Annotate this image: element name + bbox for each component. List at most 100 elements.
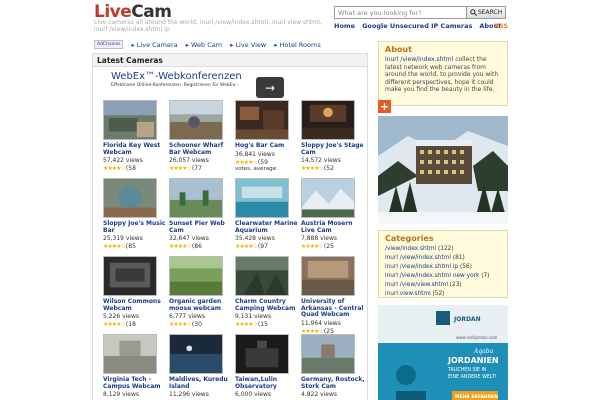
camera-name[interactable]: Austria Mosern Live Cam (301, 220, 365, 234)
about-box: About inurl /view/index.shtml collect th… (378, 41, 508, 106)
camera-rating[interactable]: ★★★★☆ (30 (169, 321, 235, 328)
camera-name[interactable]: Clearwater Marine Aquarium (235, 220, 299, 234)
camera-rating[interactable]: ★★★★☆ (25 (301, 243, 367, 250)
category-link[interactable]: inurl /view/index.shtml new york (385, 273, 479, 279)
camera-thumbnail[interactable] (169, 334, 223, 374)
camera-thumbnail[interactable] (103, 178, 157, 218)
rating-stars-icon: ★★★★☆ (103, 165, 126, 172)
camera-views: 11,296 views (169, 391, 209, 398)
camera-thumbnail[interactable] (103, 334, 157, 374)
category-link[interactable]: inurl /view/view.shtml (385, 282, 448, 288)
ad-line2: TAUCHEN SIE IN (447, 367, 487, 373)
camera-rating[interactable]: ★★★★☆ (77 (169, 165, 235, 172)
search-button[interactable]: SEARCH (466, 6, 506, 19)
ad-link-live-view[interactable]: Live View (230, 41, 266, 49)
camera-thumbnail[interactable] (103, 256, 157, 296)
ad-link-hotel-rooms[interactable]: Hotel Rooms (274, 41, 321, 49)
camera-card: Wilson Commons Webcam 5,226 views ★★★★☆(… (103, 256, 169, 334)
ad-link-web-cam[interactable]: Web Cam (186, 41, 222, 49)
camera-rating[interactable]: ★★★★☆ (85 (103, 243, 169, 250)
camera-card: Sloppy Joe's Music Bar 25,319 views ★★★★… (103, 178, 169, 256)
panel-title: Latest Cameras (93, 54, 367, 67)
ad-site: www.visitjordan.com (456, 335, 498, 340)
ad-link-live-camera[interactable]: Live Camera (131, 41, 178, 49)
vote-count: (97 (257, 243, 268, 250)
camera-name[interactable]: Germany, Rostock, Stork Cam (301, 376, 365, 390)
camera-rating[interactable]: ★★★★☆ (58 (103, 165, 169, 172)
camera-thumbnail[interactable] (301, 178, 355, 218)
camera-name[interactable]: Hog's Bar Cam (235, 142, 299, 150)
camera-name[interactable]: Virginia Tech - Campus Webcam (103, 376, 167, 390)
rating-stars-icon: ★★★★☆ (169, 243, 192, 250)
camera-thumbnail[interactable] (301, 256, 355, 296)
camera-views: 35,428 views (235, 235, 275, 242)
camera-name[interactable]: University of Arkansas - Central Quad We… (301, 298, 365, 319)
vote-count: (86 (191, 243, 202, 250)
camera-views: 9,131 views (235, 313, 272, 320)
ad-place: Aqaba (473, 348, 494, 355)
camera-name[interactable]: Maldives, Kuredu Island (169, 376, 233, 390)
category-link[interactable]: inurl view.shtml (385, 291, 431, 297)
camera-thumbnail[interactable] (235, 178, 289, 218)
camera-thumbnail[interactable] (103, 100, 157, 140)
hotel-winter-image[interactable] (378, 116, 508, 224)
rating-stars-icon: ★★★★☆ (235, 321, 258, 328)
category-link[interactable]: inurl /view/index.shtml (385, 255, 451, 261)
category-count: (122) (436, 246, 454, 252)
about-title: About (385, 45, 412, 54)
ad-cta-button[interactable]: MEHR ERFAHREN (455, 394, 498, 400)
camera-views: 25,319 views (103, 235, 143, 242)
nav-home[interactable]: Home (334, 22, 355, 30)
camera-name[interactable]: Sloppy Joe's Stage Cam (301, 142, 365, 156)
camera-card: Charm Country Camping Webcam 9,131 views… (235, 256, 301, 334)
camera-thumbnail[interactable] (169, 256, 223, 296)
ad-arrow-button[interactable]: → (256, 77, 284, 98)
google-plus-icon[interactable]: + (378, 100, 391, 113)
category-link[interactable]: inurl /view/index.shtml ip (385, 264, 458, 270)
camera-views: 6,000 views (235, 391, 272, 398)
camera-thumbnail[interactable] (169, 178, 223, 218)
camera-name[interactable]: Sloppy Joe's Music Bar (103, 220, 167, 234)
list-item: inurl /view/index.shtml ip (56) (385, 263, 501, 272)
camera-thumbnail[interactable] (235, 256, 289, 296)
camera-card: Taiwan,Lulin Observatory 6,000 views (235, 334, 301, 400)
category-link[interactable]: /view/index.shtml (385, 246, 436, 252)
camera-rating[interactable]: ★★★★☆ (86 (169, 243, 235, 250)
camera-card: Florida Key West Webcam 57,422 views ★★★… (103, 100, 169, 178)
camera-rating[interactable]: ★★★★☆ (15 (235, 321, 301, 328)
camera-rating[interactable]: ★★★★☆ (97 (235, 243, 301, 250)
site-header: LiveCam Live cameras all around the worl… (0, 0, 600, 36)
nav-google-unsecured[interactable]: Google Unsecured IP Cameras (362, 22, 472, 30)
categories-list: /view/index.shtml (122) inurl /view/inde… (385, 245, 501, 299)
about-text: inurl /view/index.shtml collect the late… (385, 56, 501, 94)
ad-links-bar: AdChoices Live Camera Web Cam Live View … (94, 40, 321, 49)
about-link[interactable]: inurl /view/index.shtml (385, 56, 453, 63)
camera-name[interactable]: Taiwan,Lulin Observatory (235, 376, 299, 390)
camera-thumbnail[interactable] (301, 100, 355, 140)
list-item: inurl /view/index.shtml (81) (385, 254, 501, 263)
camera-rating[interactable]: ★★★★☆ (59 (235, 159, 301, 166)
vote-count: (30 (191, 321, 202, 328)
camera-card: Sunset Pier Web Cam 32,647 views ★★★★☆ (8… (169, 178, 235, 256)
camera-rating[interactable]: ★★★★☆ (52 (301, 165, 367, 172)
camera-name[interactable]: Schooner Wharf Bar Webcam (169, 142, 233, 156)
camera-views: 32,647 views (169, 235, 209, 242)
camera-thumbnail[interactable] (235, 334, 289, 374)
camera-name[interactable]: Sunset Pier Web Cam (169, 220, 233, 234)
camera-thumbnail[interactable] (169, 100, 223, 140)
camera-name[interactable]: Wilson Commons Webcam (103, 298, 167, 312)
rss-link[interactable]: RSS (494, 22, 508, 30)
rating-stars-icon: ★★★★☆ (169, 321, 192, 328)
camera-name[interactable]: Charm Country Camping Webcam (235, 298, 299, 312)
camera-thumbnail[interactable] (235, 100, 289, 140)
votes-average-text: votes, average: (235, 165, 278, 172)
vote-count: (59 (257, 158, 268, 166)
jordan-ad[interactable]: JORDAN www.visitjordan.com Aqaba JORDANI… (378, 305, 508, 400)
adchoices-badge[interactable]: AdChoices (94, 40, 124, 49)
vote-count: (18 (125, 321, 136, 328)
camera-name[interactable]: Florida Key West Webcam (103, 142, 167, 156)
camera-name[interactable]: Organic garden moose webcam (169, 298, 233, 312)
camera-thumbnail[interactable] (301, 334, 355, 374)
camera-rating[interactable]: ★★★★☆ (18 (103, 321, 169, 328)
top-nav: Home Google Unsecured IP Cameras About (334, 22, 501, 30)
